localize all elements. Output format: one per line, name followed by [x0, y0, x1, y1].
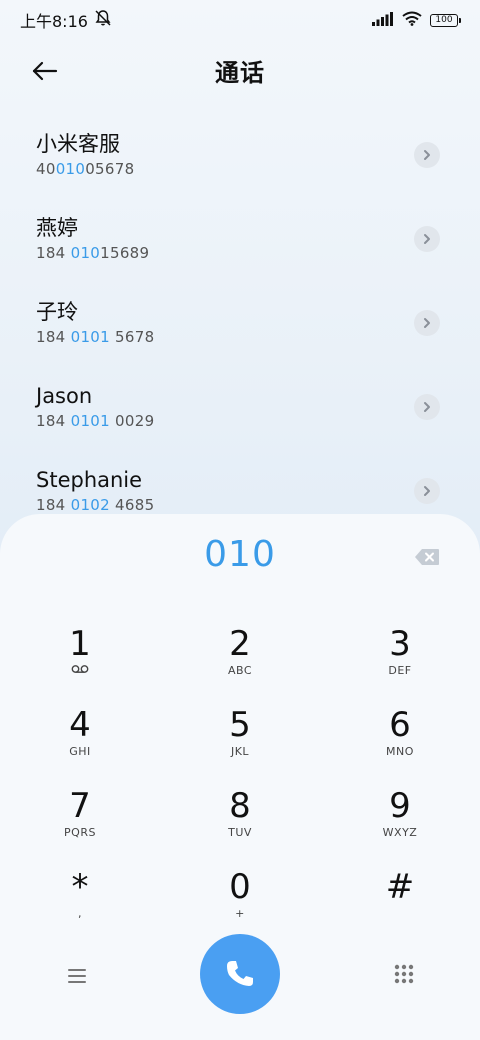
- key-letters: ,: [78, 907, 82, 920]
- contact-item[interactable]: 子玲 184 0101 5678: [0, 288, 480, 372]
- call-button[interactable]: [200, 934, 280, 1014]
- key-5[interactable]: 5 JKL: [180, 705, 300, 775]
- contact-item[interactable]: 燕婷 184 01015689: [0, 204, 480, 288]
- header: 通话: [0, 48, 480, 92]
- voicemail-icon: [20, 664, 140, 678]
- key-letters: GHI: [69, 745, 91, 758]
- key-2[interactable]: 2 ABC: [180, 624, 300, 694]
- chevron-right-icon[interactable]: [414, 226, 440, 252]
- backspace-icon[interactable]: [414, 548, 440, 566]
- contact-number: 184 0101 5678: [36, 328, 155, 346]
- chevron-right-icon[interactable]: [414, 310, 440, 336]
- status-right: 100: [372, 11, 461, 30]
- key-digit: 0: [229, 867, 251, 907]
- key-digit: 3: [389, 624, 411, 664]
- key-digit: 8: [229, 786, 251, 826]
- key-0[interactable]: 0 +: [180, 867, 300, 937]
- key-letters: WXYZ: [382, 826, 418, 839]
- menu-icon[interactable]: [66, 966, 88, 986]
- key-1[interactable]: 1: [20, 624, 140, 694]
- dialpad-actions: [0, 934, 480, 1018]
- battery-indicator: 100: [430, 13, 461, 27]
- status-bar: 上午8:16 100: [0, 0, 480, 40]
- contact-number: 184 0102 4685: [36, 496, 155, 514]
- key-digit: 4: [69, 705, 91, 745]
- key-letters: +: [235, 907, 245, 920]
- contact-number: 4001005678: [36, 160, 135, 178]
- key-digit: 2: [229, 624, 251, 664]
- key-letters: TUV: [228, 826, 252, 839]
- key-digit: 7: [69, 786, 91, 826]
- bell-off-icon: [94, 9, 112, 31]
- chevron-right-icon[interactable]: [414, 478, 440, 504]
- key-letters: ABC: [227, 664, 253, 677]
- key-8[interactable]: 8 TUV: [180, 786, 300, 856]
- key-digit: 1: [69, 624, 91, 664]
- dialpad-panel: 010 1 2 ABC 3 DEF 4 GHI 5 JKL 6 MNO 7 PQ…: [0, 514, 480, 1040]
- key-digit: 6: [389, 705, 411, 745]
- key-letters: JKL: [230, 745, 250, 758]
- keypad-icon[interactable]: [394, 964, 414, 984]
- phone-icon: [227, 961, 253, 986]
- key-star[interactable]: * ,: [20, 867, 140, 937]
- key-letters: PQRS: [64, 826, 96, 839]
- contact-number: 184 0101 0029: [36, 412, 155, 430]
- key-letters: DEF: [388, 664, 412, 677]
- chevron-right-icon[interactable]: [414, 394, 440, 420]
- wifi-icon: [402, 11, 422, 30]
- key-digit: 9: [389, 786, 411, 826]
- key-9[interactable]: 9 WXYZ: [340, 786, 460, 856]
- contact-item[interactable]: 小米客服 4001005678: [0, 120, 480, 204]
- status-time: 上午8:16: [20, 12, 88, 31]
- key-letters: MNO: [386, 745, 414, 758]
- chevron-right-icon[interactable]: [414, 142, 440, 168]
- key-digit: #: [385, 867, 415, 907]
- signal-icon: [372, 11, 394, 30]
- contact-list: 小米客服 4001005678 燕婷 184 01015689 子玲 184 0…: [0, 120, 480, 540]
- back-arrow-icon[interactable]: [30, 56, 60, 86]
- key-digit: *: [71, 867, 89, 907]
- status-left: 上午8:16: [20, 8, 112, 32]
- key-hash[interactable]: #: [340, 867, 460, 937]
- dialed-number: 010: [204, 534, 276, 575]
- key-3[interactable]: 3 DEF: [340, 624, 460, 694]
- contact-number: 184 01015689: [36, 244, 150, 262]
- contact-item[interactable]: Jason 184 0101 0029: [0, 372, 480, 456]
- key-6[interactable]: 6 MNO: [340, 705, 460, 775]
- key-digit: 5: [229, 705, 251, 745]
- key-7[interactable]: 7 PQRS: [20, 786, 140, 856]
- page-title: 通话: [215, 58, 265, 87]
- key-4[interactable]: 4 GHI: [20, 705, 140, 775]
